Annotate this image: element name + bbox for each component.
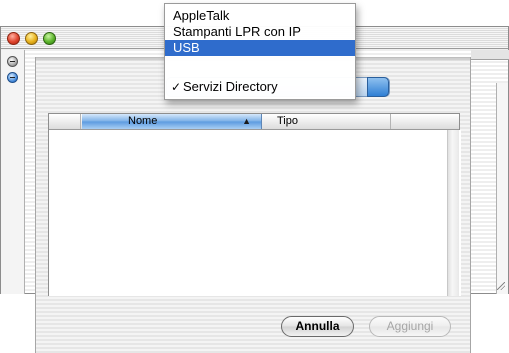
- table-body[interactable]: [49, 130, 461, 296]
- checkmark-icon: ✓: [171, 80, 182, 94]
- column-header-type[interactable]: Tipo: [263, 114, 391, 129]
- minimize-icon[interactable]: [25, 32, 38, 45]
- table-vertical-scrollbar[interactable]: [447, 130, 459, 296]
- close-icon[interactable]: [7, 32, 20, 45]
- column-header-name[interactable]: Nome ▲: [82, 114, 262, 129]
- menu-item-label: Servizi Directory: [183, 79, 278, 94]
- toolbar-edge: [471, 50, 509, 60]
- resize-grip-icon[interactable]: [497, 282, 505, 290]
- menu-item-label: USB: [173, 40, 200, 55]
- table-header: Nome ▲ Tipo: [49, 114, 459, 130]
- menu-separator: [165, 68, 355, 69]
- add-button[interactable]: Aggiungi: [369, 316, 451, 337]
- menu-item-label: Stampanti LPR con IP: [173, 24, 301, 39]
- window-sidebar: [1, 50, 25, 294]
- printer-table[interactable]: Nome ▲ Tipo: [48, 113, 461, 296]
- cancel-button[interactable]: Annulla: [281, 316, 354, 337]
- connection-type-menu: AppleTalk Stampanti LPR con IP USB ✓ Ser…: [164, 3, 356, 100]
- column-header-icon: [49, 114, 81, 129]
- sort-ascending-icon: ▲: [242, 116, 251, 126]
- menu-item-lpr[interactable]: Stampanti LPR con IP: [165, 24, 355, 40]
- menu-item-label: AppleTalk: [173, 8, 230, 23]
- window-scrollbar[interactable]: [496, 83, 508, 294]
- popup-arrows-icon[interactable]: [367, 77, 389, 97]
- menu-item-usb[interactable]: USB: [165, 40, 355, 56]
- remove-icon[interactable]: [7, 56, 18, 67]
- menu-item-appletalk[interactable]: AppleTalk: [165, 8, 355, 24]
- menu-item-directory-services[interactable]: ✓ Servizi Directory: [165, 79, 355, 95]
- zoom-icon[interactable]: [43, 32, 56, 45]
- remove-selected-icon[interactable]: [7, 72, 18, 83]
- column-header-type-label: Tipo: [277, 115, 298, 127]
- column-header-name-label: Nome: [128, 115, 158, 127]
- add-printer-sheet: Nome ▲ Tipo Annulla Aggiungi: [35, 57, 471, 353]
